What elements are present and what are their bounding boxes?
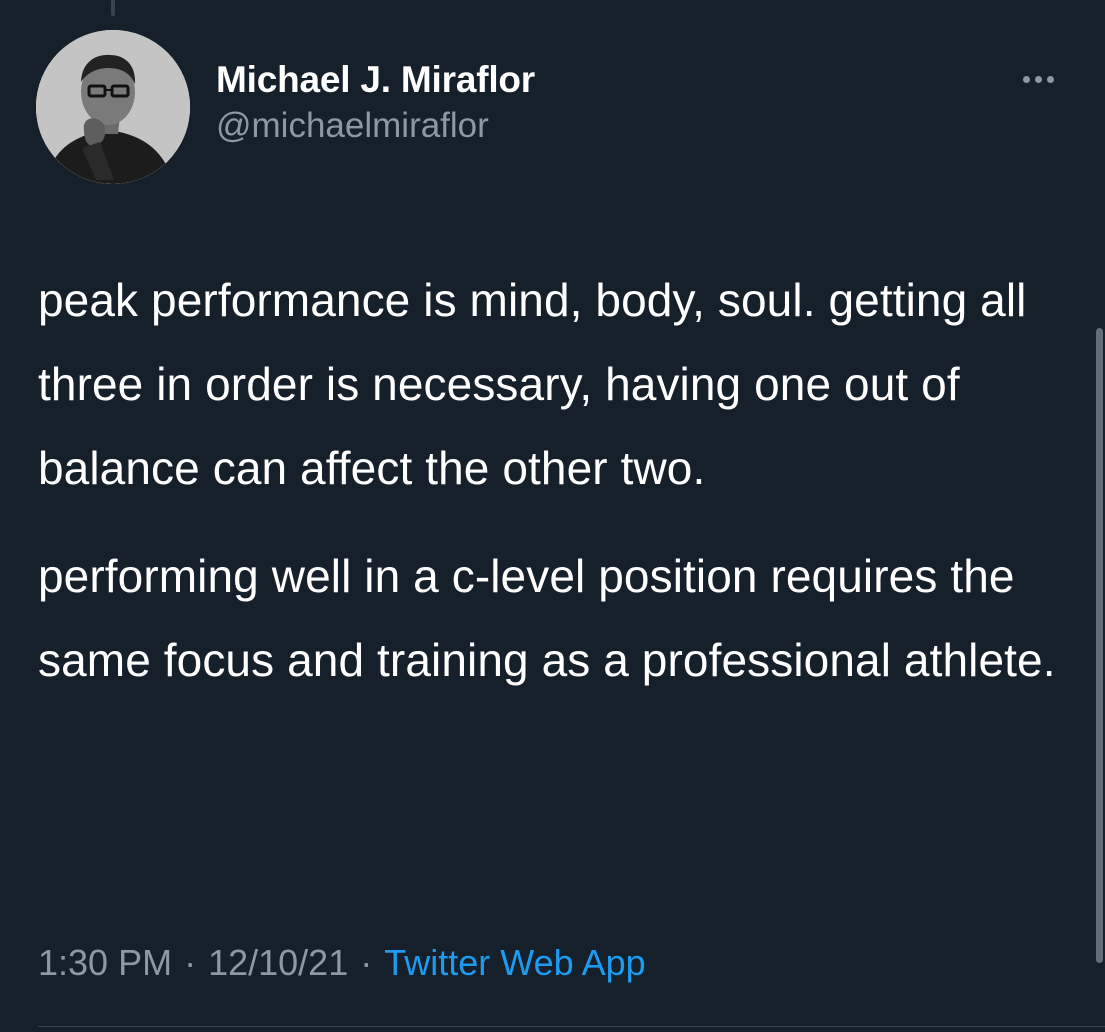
- thread-connector-line: [111, 0, 115, 16]
- avatar[interactable]: [36, 30, 190, 184]
- tweet-text: peak performance is mind, body, soul. ge…: [38, 258, 1078, 702]
- scrollbar[interactable]: [1096, 328, 1103, 963]
- tweet-paragraph: peak performance is mind, body, soul. ge…: [38, 274, 1027, 494]
- tweet-metadata: 1:30 PM · 12/10/21 · Twitter Web App: [38, 935, 646, 991]
- tweet-source-link[interactable]: Twitter Web App: [384, 942, 645, 983]
- author-name[interactable]: Michael J. Miraflor: [216, 58, 535, 102]
- profile-photo-icon: [36, 30, 190, 184]
- tweet-date[interactable]: 12/10/21: [208, 942, 348, 983]
- meta-separator: ·: [184, 942, 197, 983]
- meta-separator: ·: [360, 942, 373, 983]
- tweet-paragraph: performing well in a c-level position re…: [38, 550, 1056, 686]
- more-options-ellipsis-icon: [1046, 75, 1054, 83]
- more-options-ellipsis-icon: [1034, 75, 1042, 83]
- author-handle[interactable]: @michaelmiraflor: [216, 104, 535, 148]
- more-options-ellipsis-icon: [1022, 75, 1030, 83]
- tweet-author: Michael J. Miraflor @michaelmiraflor: [216, 58, 535, 148]
- tweet-time[interactable]: 1:30 PM: [38, 942, 172, 983]
- divider: [38, 1026, 1105, 1027]
- more-options-button[interactable]: [1012, 60, 1064, 98]
